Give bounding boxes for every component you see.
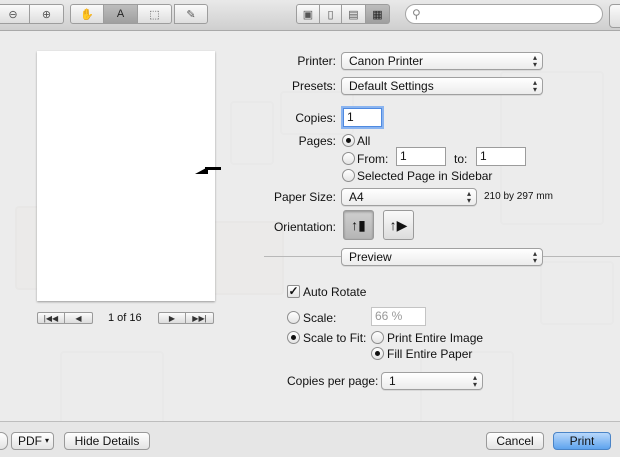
search-input[interactable]: ⚲ bbox=[405, 4, 603, 24]
paper-size-value: A4 bbox=[349, 190, 364, 204]
hand-icon[interactable]: ✋ bbox=[70, 4, 104, 24]
fill-entire-radio[interactable] bbox=[371, 347, 384, 360]
pages-all-radio[interactable] bbox=[342, 134, 355, 147]
preview-content bbox=[195, 167, 221, 174]
markup-group: ✎ bbox=[174, 4, 208, 24]
copies-label: Copies: bbox=[295, 111, 336, 125]
pages-selected-radio[interactable] bbox=[342, 169, 355, 182]
toolbar: ⊖ ⊕ ✋ A ⬚ ✎ ▣ ▯ ▤ ▦ ⚲ bbox=[0, 0, 620, 31]
from-field[interactable]: 1 bbox=[396, 147, 446, 166]
rect-select-icon[interactable]: ⬚ bbox=[138, 4, 172, 24]
section-value: Preview bbox=[349, 250, 392, 264]
section-popup[interactable]: Preview ▴ ▾ bbox=[341, 248, 543, 266]
text-select-icon[interactable]: A bbox=[104, 4, 138, 24]
orientation-label: Orientation: bbox=[273, 220, 336, 234]
chevron-updown-icon: ▴ ▾ bbox=[472, 373, 477, 389]
paper-size-popup[interactable]: A4 ▴ ▾ bbox=[341, 188, 477, 206]
chevron-updown-icon: ▴ ▾ bbox=[466, 189, 471, 205]
chevron-updown-icon: ▴ ▾ bbox=[532, 249, 537, 265]
chevron-updown-icon: ▴ ▾ bbox=[532, 78, 537, 94]
help-icon[interactable] bbox=[0, 432, 8, 450]
pages-label: Pages: bbox=[298, 134, 336, 148]
first-page-icon[interactable]: |◀◀ bbox=[37, 312, 65, 324]
help-icon[interactable] bbox=[609, 4, 620, 28]
print-entire-radio[interactable] bbox=[371, 331, 384, 344]
hide-details-button[interactable]: Hide Details bbox=[64, 432, 150, 450]
pager-forward: ▶ ▶▶| bbox=[158, 312, 214, 324]
prev-page-icon[interactable]: ◀ bbox=[65, 312, 93, 324]
printer-value: Canon Printer bbox=[349, 54, 424, 68]
scale-to-fit-label: Scale to Fit: bbox=[303, 331, 367, 345]
scale-radio[interactable] bbox=[287, 311, 300, 324]
page-preview bbox=[37, 51, 221, 301]
scale-to-fit-radio[interactable] bbox=[287, 331, 300, 344]
portrait-icon[interactable]: ↑▮ bbox=[343, 210, 374, 240]
copies-per-page-value: 1 bbox=[389, 374, 396, 388]
paper-size-label: Paper Size: bbox=[273, 190, 336, 204]
copies-per-page-label: Copies per page: bbox=[287, 374, 379, 388]
zoom-in-icon[interactable]: ⊕ bbox=[30, 4, 64, 24]
presets-value: Default Settings bbox=[349, 79, 434, 93]
pdf-label: PDF bbox=[18, 434, 42, 448]
auto-rotate-checkbox[interactable]: ✓ bbox=[287, 285, 300, 298]
print-button[interactable]: Print bbox=[553, 432, 611, 450]
next-page-icon[interactable]: ▶ bbox=[158, 312, 186, 324]
presets-popup[interactable]: Default Settings ▴ ▾ bbox=[341, 77, 543, 95]
pages-from-radio[interactable] bbox=[342, 152, 355, 165]
cancel-button[interactable]: Cancel bbox=[486, 432, 544, 450]
scale-label: Scale: bbox=[303, 311, 337, 325]
pages-to-label: to: bbox=[454, 152, 468, 166]
copies-field[interactable]: 1 bbox=[343, 108, 382, 127]
view-mode-icon[interactable]: ▣ bbox=[296, 4, 320, 24]
printer-label: Printer: bbox=[297, 54, 336, 68]
search-icon: ⚲ bbox=[412, 7, 421, 21]
print-entire-label: Print Entire Image bbox=[387, 331, 484, 345]
zoom-out-icon[interactable]: ⊖ bbox=[0, 4, 30, 24]
pages-all-label: All bbox=[357, 134, 371, 148]
zoom-group: ⊖ ⊕ bbox=[0, 4, 64, 24]
view-mode-icon[interactable]: ▯ bbox=[320, 4, 342, 24]
tool-group: ✋ A ⬚ bbox=[70, 4, 172, 24]
pages-selected-label: Selected Page in Sidebar bbox=[357, 169, 493, 183]
paper-size-dims: 210 by 297 mm bbox=[484, 191, 553, 202]
pdf-menu-button[interactable]: PDF ▾ bbox=[11, 432, 54, 450]
presets-label: Presets: bbox=[291, 79, 336, 93]
copies-per-page-popup[interactable]: 1 ▴ ▾ bbox=[381, 372, 483, 390]
auto-rotate-label: Auto Rotate bbox=[303, 285, 367, 299]
view-mode-icon[interactable]: ▦ bbox=[366, 4, 390, 24]
fill-entire-label: Fill Entire Paper bbox=[387, 347, 473, 361]
printer-popup[interactable]: Canon Printer ▴ ▾ bbox=[341, 52, 543, 70]
chevron-updown-icon: ▴ ▾ bbox=[532, 53, 537, 69]
scale-field[interactable]: 66 % bbox=[371, 307, 426, 326]
view-group: ▣ ▯ ▤ ▦ bbox=[296, 4, 390, 24]
last-page-icon[interactable]: ▶▶| bbox=[186, 312, 214, 324]
chevron-down-icon: ▾ bbox=[44, 436, 49, 445]
view-mode-icon[interactable]: ▤ bbox=[342, 4, 366, 24]
pager-back: |◀◀ ◀ bbox=[37, 312, 93, 324]
pages-from-label: From: bbox=[357, 152, 389, 166]
page-indicator: 1 of 16 bbox=[108, 312, 142, 324]
pen-icon[interactable]: ✎ bbox=[174, 4, 208, 24]
bottom-bar: PDF ▾ Hide Details Cancel Print bbox=[0, 421, 620, 457]
landscape-icon[interactable]: ↑▶ bbox=[383, 210, 414, 240]
to-field[interactable]: 1 bbox=[476, 147, 526, 166]
